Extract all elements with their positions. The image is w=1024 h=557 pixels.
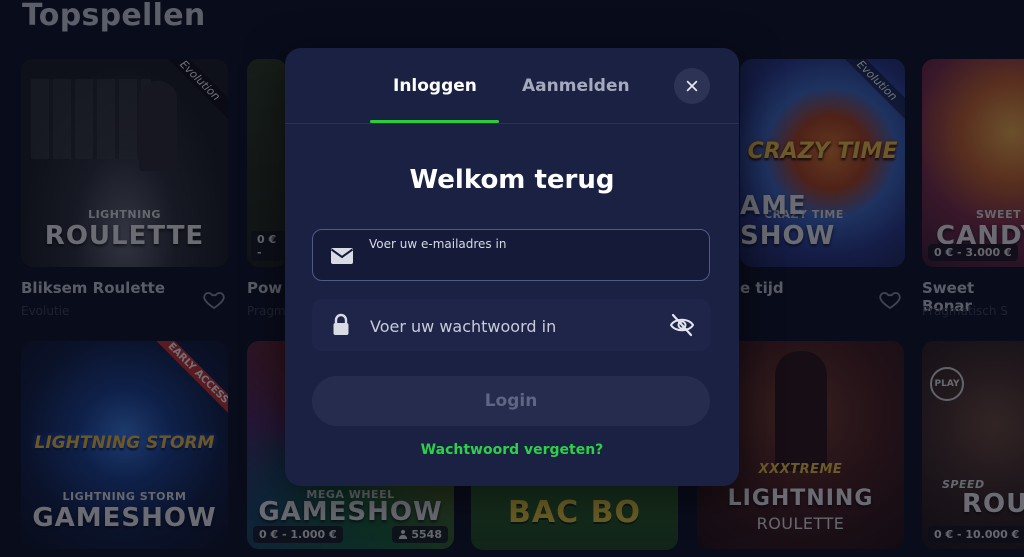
game-card-speed-roulette[interactable]: PLAY SPEED ROU 0 € - 10.000 € xyxy=(922,341,1024,549)
player-count: 5548 xyxy=(391,526,448,543)
game-card-bliksem-roulette[interactable]: Evolution LIGHTNING ROULETTE xyxy=(21,59,228,267)
game-big-title: BAC BO xyxy=(508,495,641,530)
email-input[interactable] xyxy=(369,250,663,278)
person-icon xyxy=(398,529,407,539)
game-big-title: LIGHTNING xyxy=(727,486,874,511)
modal-title: Welkom terug xyxy=(409,165,615,195)
password-field[interactable] xyxy=(312,299,710,351)
heart-icon[interactable] xyxy=(878,288,902,312)
game-logo: CRAZY TIME xyxy=(747,139,898,164)
game-subtitle: LIGHTNING xyxy=(88,208,161,221)
game-subtitle: LIGHTNING STORM xyxy=(62,490,187,503)
active-tab-indicator xyxy=(370,120,499,123)
forgot-password-link[interactable]: Wachtwoord vergeten? xyxy=(285,442,739,458)
dealer-figure xyxy=(139,81,177,171)
close-icon xyxy=(686,80,698,92)
login-button[interactable]: Login xyxy=(312,376,710,426)
player-count-value: 5548 xyxy=(411,528,442,541)
game-big-title: ROU xyxy=(962,489,1024,519)
game-big-title: GAMESHOW xyxy=(258,497,443,527)
game-subtitle: SWEET B xyxy=(976,208,1024,221)
modal-tabs: Inloggen Aanmelden xyxy=(285,48,739,124)
game-provider: Evolutie xyxy=(21,304,70,318)
game-logo: ROULETTE xyxy=(756,514,845,533)
game-name[interactable]: Pow xyxy=(247,279,282,297)
eye-slash-icon[interactable] xyxy=(668,311,696,339)
game-provider: Pragmatisch S xyxy=(922,304,1008,318)
email-field[interactable]: Voer uw e-mailadres in xyxy=(312,229,710,281)
envelope-icon xyxy=(330,248,354,264)
heart-icon[interactable] xyxy=(202,288,226,312)
bet-range: 0 € - 10.000 € xyxy=(928,526,1024,543)
roulette-board xyxy=(31,79,151,159)
tab-login[interactable]: Inloggen xyxy=(393,76,477,96)
game-card-pow[interactable]: 0 € - xyxy=(247,59,287,267)
bet-range: 0 € - 1.000 € xyxy=(253,526,343,543)
game-big-title: AME SHOW xyxy=(740,191,836,251)
dealer-figure xyxy=(775,351,827,471)
bet-range: 0 € - 3.000 € xyxy=(928,244,1018,261)
game-name[interactable]: e tijd xyxy=(740,279,784,297)
password-input[interactable] xyxy=(368,309,662,343)
game-logo: LIGHTNING STORM xyxy=(34,433,215,453)
game-card-lightning-storm[interactable]: LIGHTNING STORM EARLY ACCESS LIGHTNING S… xyxy=(21,341,228,549)
game-name[interactable]: Bliksem Roulette xyxy=(21,279,165,297)
login-modal: Inloggen Aanmelden Welkom terug Voer uw … xyxy=(285,48,739,486)
close-button[interactable] xyxy=(674,68,710,104)
game-provider: Pragm xyxy=(247,304,286,318)
lock-icon xyxy=(333,313,349,335)
game-big-title: GAMESHOW xyxy=(32,503,217,533)
tab-register[interactable]: Aanmelden xyxy=(522,76,630,96)
email-label: Voer uw e-mailadres in xyxy=(369,237,507,251)
game-card-crazy-time[interactable]: CRAZY TIME Evolution CRAZY TIME AME SHOW xyxy=(740,59,905,267)
game-big-title: ROULETTE xyxy=(44,221,205,251)
bet-range: 0 € - xyxy=(251,231,287,261)
play-badge: PLAY xyxy=(930,367,964,401)
game-card-sweet-bonanza[interactable]: SWEET B CANDY 0 € - 3.000 € xyxy=(922,59,1024,267)
